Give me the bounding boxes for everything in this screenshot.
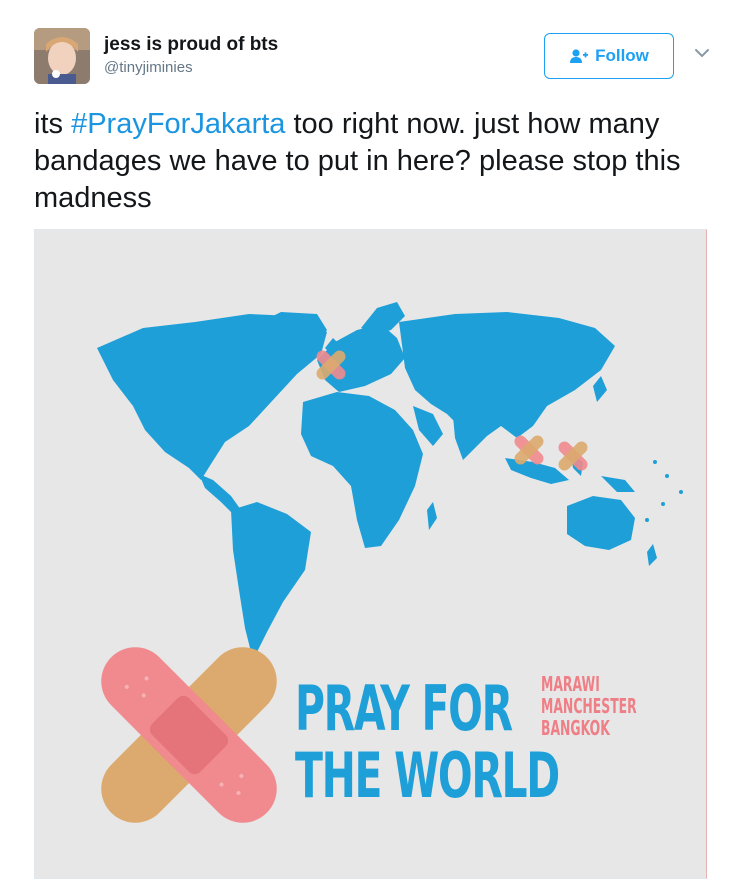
- tweet-media-image[interactable]: PRAY FOR THE WORLD MARAWI MANCHESTER BAN…: [34, 229, 707, 879]
- chevron-down-icon: [695, 49, 709, 58]
- avatar[interactable]: [34, 28, 90, 84]
- bandage-cross-icon: [101, 647, 277, 823]
- city-label: BANGKOK: [541, 716, 610, 740]
- avatar-image: [34, 28, 90, 84]
- add-user-icon: [570, 49, 589, 63]
- tweet-text-start: its: [34, 108, 72, 140]
- more-options-button[interactable]: [694, 46, 710, 64]
- image-title-line2: THE WORLD: [295, 739, 560, 812]
- user-handle[interactable]: @tinyjiminies: [104, 59, 193, 76]
- follow-label: Follow: [595, 46, 649, 65]
- hashtag-link[interactable]: #PrayForJakarta: [71, 108, 285, 140]
- city-label: MANCHESTER: [541, 694, 637, 718]
- image-title-line1: PRAY FOR: [295, 672, 513, 745]
- city-label: MARAWI: [541, 672, 600, 696]
- follow-button[interactable]: Follow: [544, 33, 674, 79]
- tweet-text: its #PrayForJakarta too right now. just …: [34, 106, 714, 217]
- display-name[interactable]: jess is proud of bts: [104, 34, 278, 56]
